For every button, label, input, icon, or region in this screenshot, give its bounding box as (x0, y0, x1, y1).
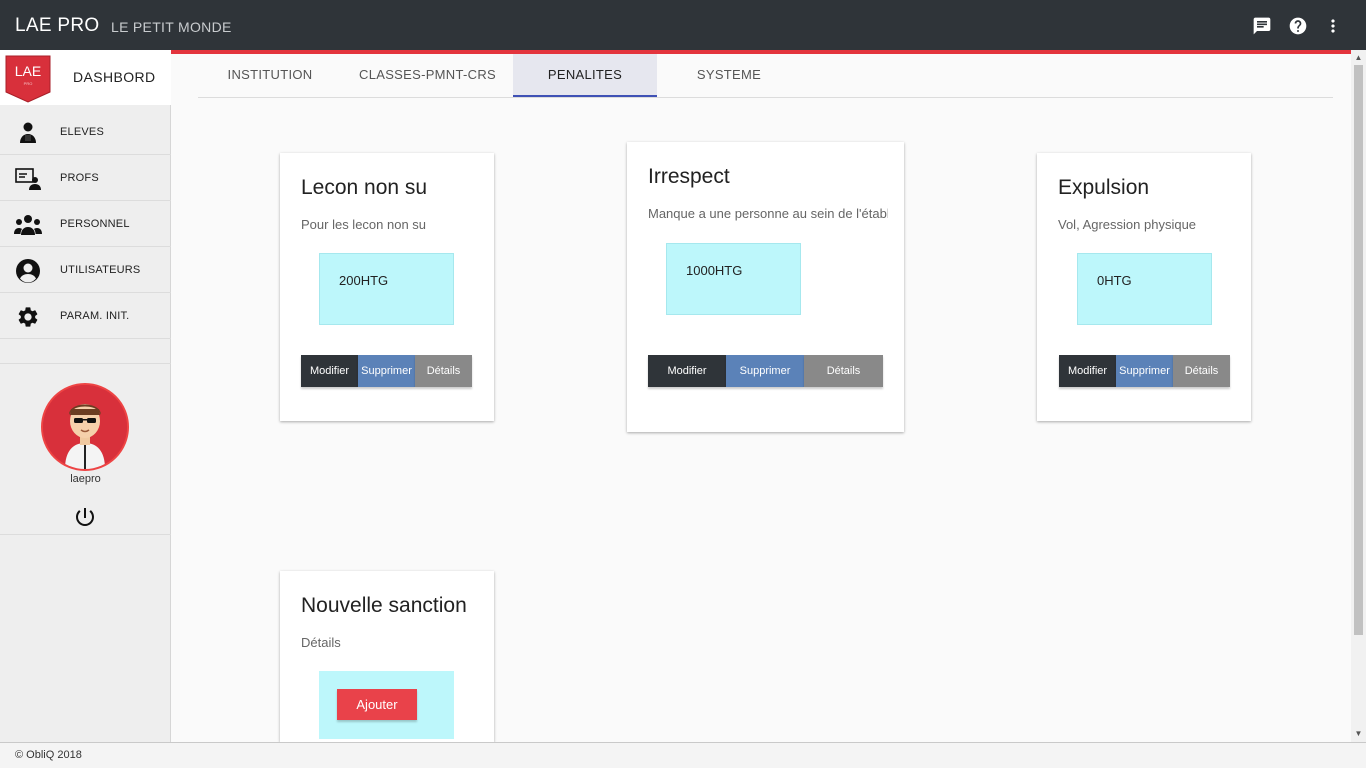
details-button[interactable]: Détails (804, 355, 883, 387)
penalty-description: Vol, Agression physique (1058, 217, 1197, 232)
penalty-title: Expulsion (1058, 176, 1150, 199)
chat-icon[interactable] (1251, 15, 1273, 37)
sidebar-item-label: UTILISATEURS (60, 264, 141, 276)
app-bar: LAE PRO LE PETIT MONDE (0, 0, 1366, 50)
new-sanction-card: Nouvelle sanction Détails Ajouter (280, 571, 494, 742)
details-button[interactable]: Détails (415, 355, 472, 387)
price-box: 200HTG (319, 253, 454, 325)
penalty-title: Irrespect (648, 165, 730, 188)
delete-button[interactable]: Supprimer (726, 355, 804, 387)
penalty-title: Lecon non su (301, 176, 428, 199)
sidebar-item-label: PROFS (60, 172, 99, 184)
modify-button[interactable]: Modifier (1059, 355, 1116, 387)
app-title: LAE PRO (15, 15, 100, 36)
help-icon[interactable] (1287, 15, 1309, 37)
sidebar-item-utilisateurs[interactable]: UTILISATEURS (0, 247, 171, 293)
sidebar: LAE PRO DASHBORD ELEVES PROFS PERSONNEL … (0, 50, 171, 742)
tab-systeme[interactable]: SYSTEME (657, 54, 801, 97)
price-box: 1000HTG (666, 243, 801, 315)
add-button[interactable]: Ajouter (337, 689, 417, 720)
sidebar-item-personnel[interactable]: PERSONNEL (0, 201, 171, 247)
scrollbar[interactable]: ▲ ▼ (1351, 50, 1366, 742)
delete-button[interactable]: Supprimer (1116, 355, 1173, 387)
sidebar-header[interactable]: LAE PRO DASHBORD (0, 50, 171, 105)
penalty-card: Irrespect Manque a une personne au sein … (627, 142, 904, 432)
sidebar-item-profs[interactable]: PROFS (0, 155, 171, 201)
more-vert-icon[interactable] (1322, 15, 1344, 37)
price-box: 0HTG (1077, 253, 1212, 325)
penalty-description: Manque a une personne au sein de l'établ (648, 206, 888, 221)
modify-button[interactable]: Modifier (301, 355, 358, 387)
sidebar-divider (0, 534, 171, 535)
avatar[interactable] (41, 383, 129, 471)
logo: LAE PRO (5, 55, 51, 103)
sidebar-divider (0, 363, 171, 364)
new-sanction-title: Nouvelle sanction (301, 594, 467, 617)
penalty-price: 1000HTG (686, 263, 743, 278)
username: laepro (70, 473, 101, 485)
penalty-card: Expulsion Vol, Agression physique 0HTG M… (1037, 153, 1251, 421)
app-subtitle: LE PETIT MONDE (111, 19, 232, 35)
scroll-up-icon[interactable]: ▲ (1354, 53, 1363, 62)
account-icon (14, 257, 42, 285)
sidebar-item-eleves[interactable]: ELEVES (0, 109, 171, 155)
tab-institution[interactable]: INSTITUTION (198, 54, 342, 97)
copyright-text: © ObliQ 2018 (15, 749, 82, 761)
penalty-price: 200HTG (339, 273, 389, 288)
modify-button[interactable]: Modifier (648, 355, 726, 387)
new-sanction-description: Détails (301, 635, 341, 650)
delete-button[interactable]: Supprimer (358, 355, 415, 387)
gear-icon (14, 303, 42, 331)
sidebar-item-label: ELEVES (60, 126, 105, 138)
sidebar-item-label: PARAM. INIT. (60, 310, 130, 322)
penalty-price: 0HTG (1097, 273, 1132, 288)
add-box: Ajouter (319, 671, 454, 739)
footer: © ObliQ 2018 (0, 742, 1366, 768)
dashboard-link[interactable]: DASHBORD (73, 69, 156, 85)
power-icon[interactable] (73, 505, 97, 529)
details-button[interactable]: Détails (1173, 355, 1230, 387)
logo-text: LAE (15, 63, 41, 79)
sidebar-item-label: PERSONNEL (60, 218, 130, 230)
tab-bar: INSTITUTION CLASSES-PMNT-CRS PENALITES S… (198, 54, 1333, 98)
penalty-card: Lecon non su Pour les lecon non su 200HT… (280, 153, 494, 421)
tab-penalites[interactable]: PENALITES (513, 54, 657, 97)
penalty-description: Pour les lecon non su (301, 217, 427, 232)
scroll-thumb[interactable] (1354, 65, 1363, 635)
tab-classes-pmnt-crs[interactable]: CLASSES-PMNT-CRS (342, 54, 513, 97)
teacher-icon (14, 165, 42, 193)
sidebar-item-param-init[interactable]: PARAM. INIT. (0, 293, 171, 339)
group-icon (14, 211, 42, 239)
scroll-down-icon[interactable]: ▼ (1354, 729, 1363, 738)
svg-text:PRO: PRO (24, 81, 33, 86)
student-icon (14, 119, 42, 147)
